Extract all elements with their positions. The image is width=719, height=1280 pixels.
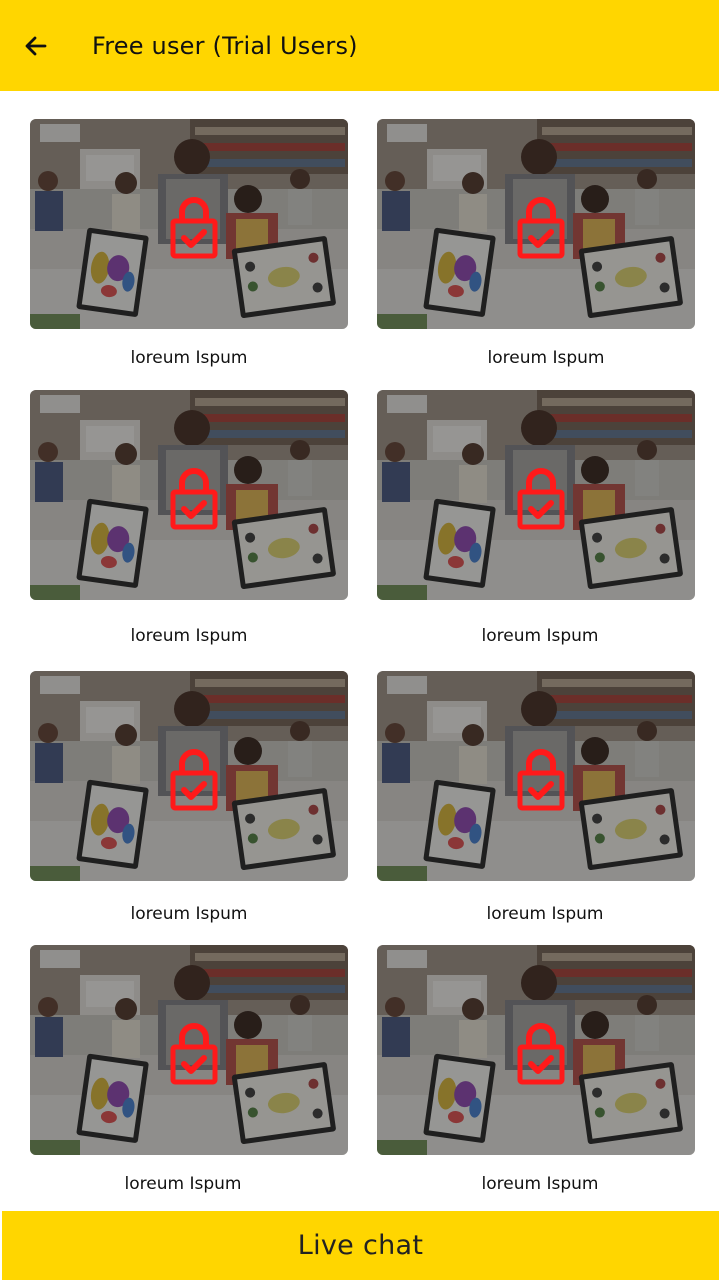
back-button[interactable] (18, 28, 54, 64)
lock-check-icon (517, 1021, 565, 1085)
locked-course-card[interactable] (30, 945, 348, 1155)
course-thumbnail[interactable] (30, 390, 348, 600)
lock-check-icon (170, 1021, 218, 1085)
locked-course-card[interactable] (377, 390, 695, 600)
app-header: Free user (Trial Users) (0, 0, 719, 91)
card-label: loreum Ispum (130, 626, 248, 646)
locked-course-card[interactable] (30, 671, 348, 881)
app-root: Free user (Trial Users) loreum Ispum lor… (0, 0, 719, 1280)
course-thumbnail[interactable] (30, 945, 348, 1155)
arrow-left-icon (25, 36, 47, 56)
course-thumbnail[interactable] (377, 671, 695, 881)
locked-course-card[interactable] (377, 671, 695, 881)
card-label: loreum Ispum (486, 904, 604, 924)
locked-course-card[interactable] (30, 390, 348, 600)
locked-course-card[interactable] (30, 119, 348, 329)
course-thumbnail[interactable] (377, 945, 695, 1155)
locked-course-card[interactable] (377, 945, 695, 1155)
lock-check-icon (170, 195, 218, 259)
card-label: loreum Ispum (130, 348, 248, 368)
course-thumbnail[interactable] (377, 390, 695, 600)
lock-check-icon (517, 195, 565, 259)
card-label: loreum Ispum (130, 904, 248, 924)
course-grid: loreum Ispum loreum Ispum loreum Ispum l… (0, 91, 719, 1211)
page-title: Free user (Trial Users) (92, 32, 358, 60)
card-label: loreum Ispum (481, 626, 599, 646)
live-chat-button[interactable]: Live chat (2, 1211, 719, 1280)
lock-check-icon (517, 466, 565, 530)
card-label: loreum Ispum (487, 348, 605, 368)
course-thumbnail[interactable] (30, 119, 348, 329)
lock-check-icon (517, 747, 565, 811)
course-thumbnail[interactable] (377, 119, 695, 329)
locked-course-card[interactable] (377, 119, 695, 329)
lock-check-icon (170, 466, 218, 530)
lock-check-icon (170, 747, 218, 811)
course-thumbnail[interactable] (30, 671, 348, 881)
card-label: loreum Ispum (124, 1174, 242, 1194)
card-label: loreum Ispum (481, 1174, 599, 1194)
